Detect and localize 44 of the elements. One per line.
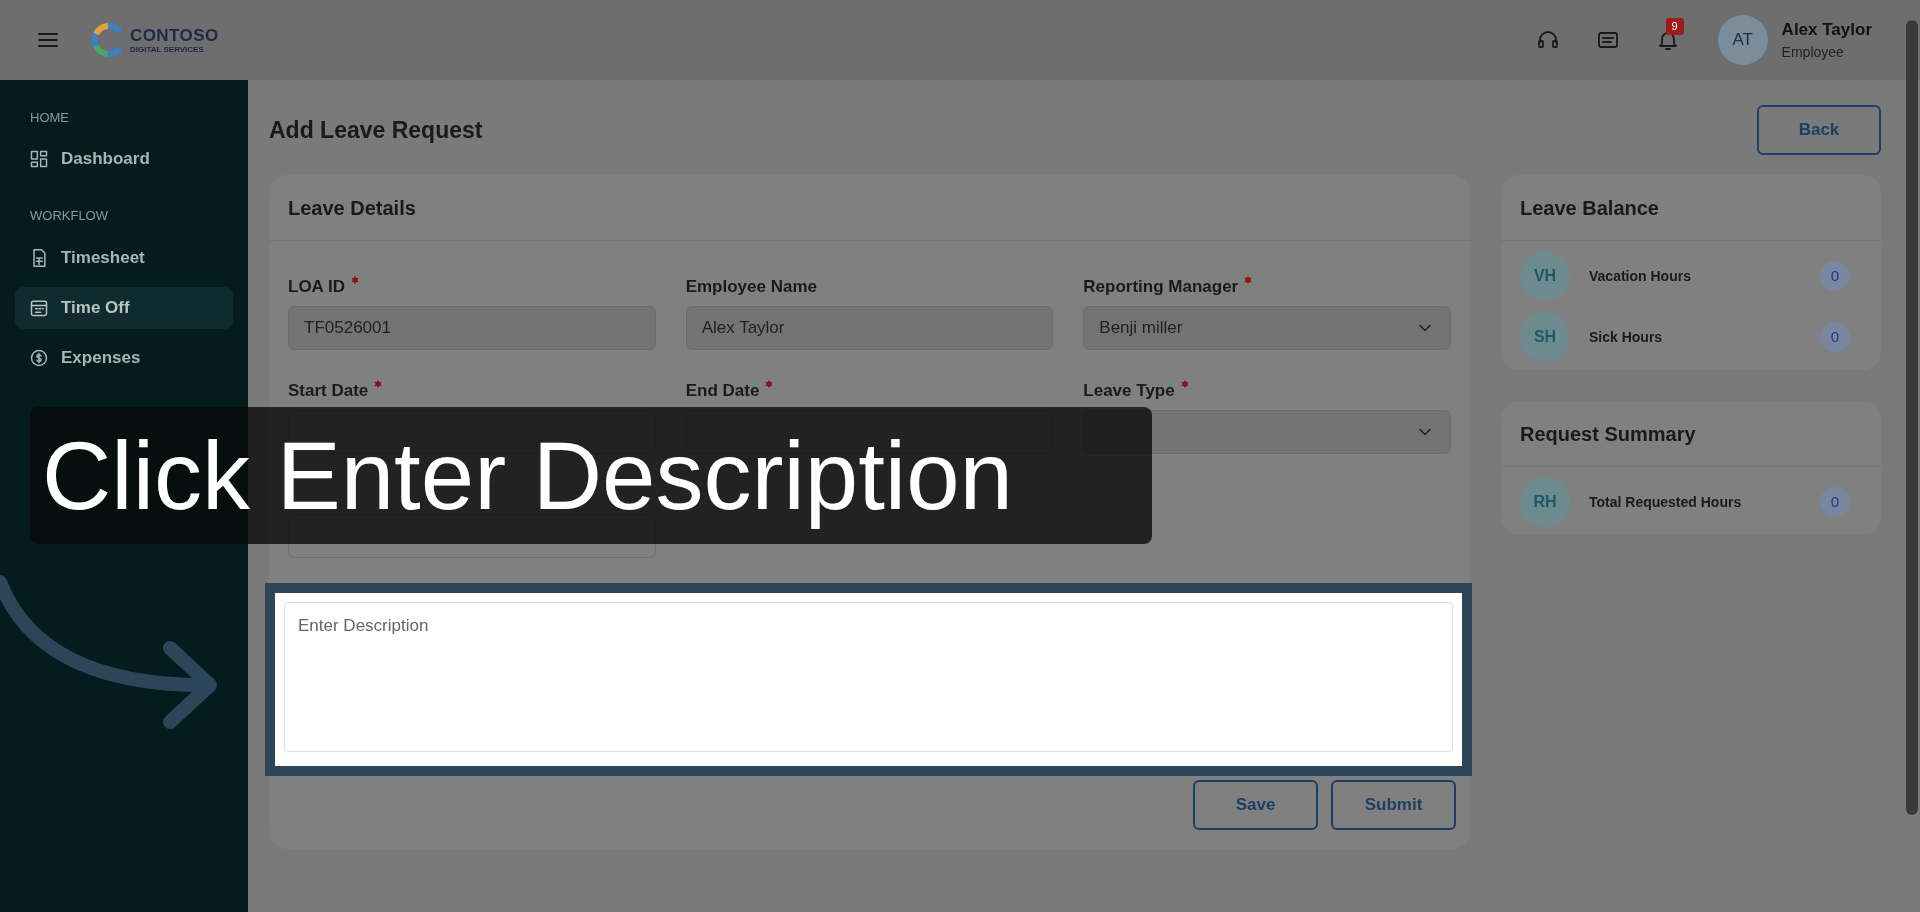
field-label: Employee Name <box>685 276 817 298</box>
logo-tagline: DIGITAL SERVICES <box>130 45 205 54</box>
dollar-coin-icon <box>29 348 49 368</box>
sidebar-item[interactable]: Time Off <box>15 287 233 329</box>
logo-text: CONTOSO <box>130 26 219 44</box>
balance-label: Vacation Hours <box>1589 266 1692 286</box>
form-button[interactable]: Save <box>1193 780 1318 830</box>
back-button[interactable]: Back <box>1757 105 1881 155</box>
text-field[interactable]: Alex Taylor <box>685 306 1054 350</box>
initials-avatar: SH <box>1520 312 1570 362</box>
balance-label: Total Requested Hours <box>1589 492 1743 512</box>
initials-avatar: RH <box>1520 477 1570 527</box>
field-label: Leave Type <box>1083 380 1175 402</box>
card-title: Leave Details <box>288 195 416 221</box>
sidebar-item[interactable]: Expenses <box>15 337 233 379</box>
page-title: Add Leave Request <box>269 116 483 145</box>
section-heading: HOME <box>29 109 70 127</box>
balance-label: Sick Hours <box>1589 327 1664 347</box>
calendar-icon <box>29 298 49 318</box>
count-badge: 0 <box>1820 487 1850 517</box>
scrollbar[interactable] <box>1906 20 1918 815</box>
curved-arrow-icon <box>0 575 217 729</box>
field-label: End Date <box>685 380 760 402</box>
dropdown-field[interactable]: Benji miller <box>1083 306 1451 350</box>
sidebar-item[interactable]: Dashboard <box>15 137 233 180</box>
grid-icon <box>29 148 49 169</box>
field-label: Reporting Manager <box>1083 276 1239 298</box>
user-name: Alex Taylor <box>1781 18 1872 41</box>
user-role: Employee <box>1781 43 1845 63</box>
card-title: Request Summary <box>1520 421 1696 447</box>
field-label: Start Date <box>288 380 369 402</box>
field-label: LOA ID <box>288 276 345 298</box>
sidebar-item[interactable]: Timesheet <box>15 237 233 279</box>
count-badge: 0 <box>1820 322 1850 352</box>
notification-badge: 9 <box>1665 18 1684 35</box>
form-button[interactable]: Submit <box>1331 780 1456 830</box>
section-heading: WORKFLOW <box>29 206 109 225</box>
text-field[interactable]: TF0526001 <box>288 306 656 350</box>
initials-avatar: VH <box>1520 251 1570 301</box>
tutorial-tooltip: Click Enter Description <box>30 407 1152 544</box>
description-field[interactable]: Enter Description <box>284 602 1453 752</box>
card-title: Leave Balance <box>1520 195 1659 221</box>
count-badge: 0 <box>1820 261 1850 291</box>
user-avatar[interactable]: AT <box>1717 15 1768 65</box>
